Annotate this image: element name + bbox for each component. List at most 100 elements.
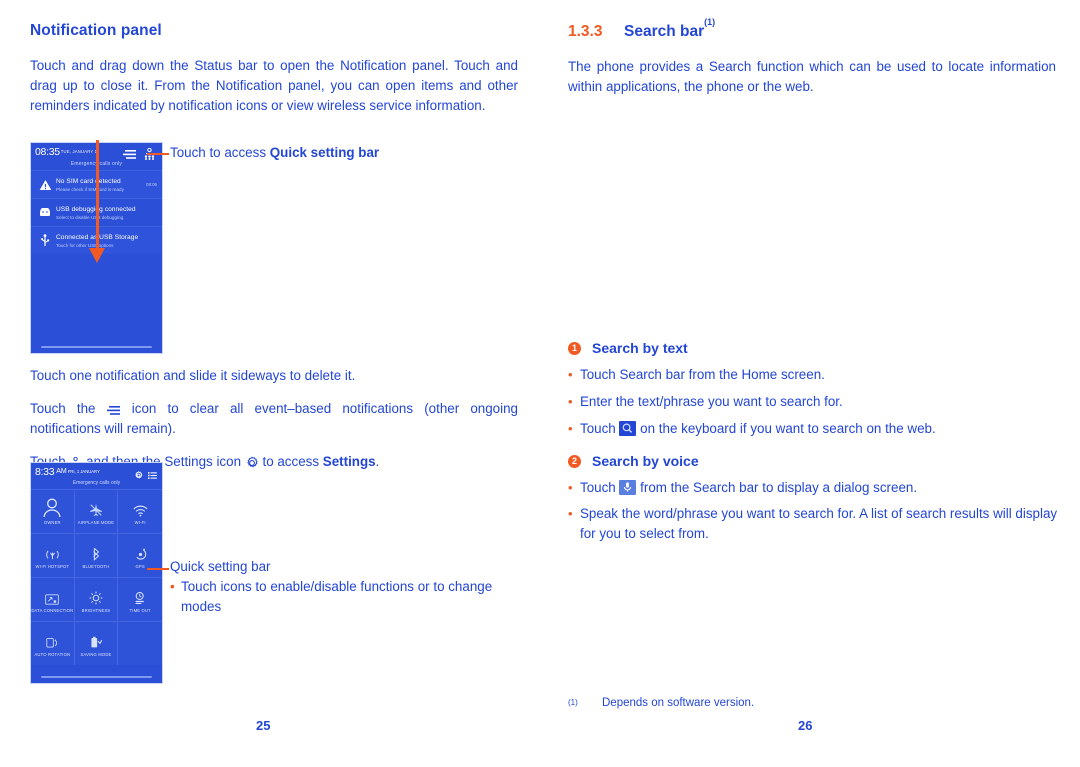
gear-icon[interactable] — [134, 467, 143, 479]
qs-tile-empty — [118, 621, 162, 665]
wifi-icon — [133, 498, 148, 517]
qs-tile-wifi-hotspot[interactable]: WI-FI HOTSPOT — [31, 533, 75, 577]
search-magnifier-icon — [619, 421, 637, 436]
callout-text-bold: Quick setting bar — [269, 145, 380, 160]
section-number: 1.3.3 — [568, 23, 603, 41]
clear-text-pre: Touch the — [30, 401, 107, 416]
annotation-marker-1: 1 — [568, 341, 581, 355]
qs-tile-label: BLUETOOTH — [82, 563, 110, 569]
search-by-text-bullets: Touch Search bar from the Home screen. E… — [568, 364, 1063, 439]
callout-quick-setting-bar: Quick setting bar Touch icons to enable/… — [170, 559, 500, 617]
android-robot-icon — [34, 207, 56, 218]
clear-all-icon[interactable] — [123, 147, 137, 159]
qs-tile-saving-mode[interactable]: SAVING MODE — [74, 621, 119, 665]
page-number-right: 26 — [798, 718, 813, 733]
bullet-text-post: on the keyboard if you want to search on… — [636, 421, 936, 436]
search-by-text-block: 1 Search by text Touch Search bar from t… — [568, 334, 1063, 554]
qs-tile-airplane-mode[interactable]: AIRPLANE MODE — [74, 489, 119, 533]
qs-tile-label: AUTO ROTATION — [34, 651, 71, 657]
right-column: 1.3.3 Search bar(1) The phone provides a… — [568, 17, 1056, 110]
microphone-icon — [619, 480, 637, 495]
notification-list-icon[interactable] — [148, 467, 157, 479]
status-date: FRI, 1 JANUARY — [67, 469, 100, 474]
qs-tile-label: WI-FI — [134, 519, 146, 525]
notification-text: Connected as USB Storage Touch for other… — [56, 233, 159, 249]
qs-tile-bluetooth[interactable]: BLUETOOTH — [74, 533, 119, 577]
qs-tile-label: WI-FI HOTSPOT — [35, 563, 70, 569]
list-item: Enter the text/phrase you want to search… — [568, 391, 1063, 412]
paragraph-clear-notifications: Touch the icon to clear all event–based … — [30, 399, 518, 439]
subsection-heading-search-by-text: 1 Search by text — [568, 340, 1063, 356]
auto-rotation-icon — [46, 630, 59, 649]
qs-tile-gps[interactable]: GPS — [118, 533, 162, 577]
status-time: 8:33 — [35, 465, 55, 478]
saving-mode-icon — [89, 630, 103, 649]
notification-title: No SIM card detected — [56, 177, 121, 185]
search-bar-intro-paragraph: The phone provides a Search function whi… — [568, 59, 1056, 95]
quick-settings-screenshot: 8:33 AM FRI, 1 JANUARY Emergency calls o… — [30, 462, 163, 684]
qs-tile-auto-rotation[interactable]: AUTO ROTATION — [31, 621, 75, 665]
notification-subtitle: Please check if SIM card is ready — [56, 186, 124, 192]
qs-tile-wifi[interactable]: WI-FI — [118, 489, 162, 533]
drag-arrow-shaft — [96, 140, 99, 252]
list-item: Touch Search bar from the Home screen. — [568, 364, 1063, 385]
gps-icon — [134, 542, 147, 561]
status-ampm: AM — [56, 468, 67, 475]
bullet-text-pre: Touch — [580, 421, 620, 436]
section-title-text: Search bar — [624, 23, 705, 41]
data-connection-icon — [45, 586, 60, 605]
qs-tile-label: SAVING MODE — [80, 651, 112, 657]
qs-tile-time-out[interactable]: TIME OUT — [118, 577, 162, 621]
panel-drag-handle[interactable] — [41, 676, 152, 678]
section-heading-search-bar: 1.3.3 Search bar(1) — [568, 17, 1056, 41]
qs-tile-brightness[interactable]: BRIGHTNESS — [74, 577, 119, 621]
right-page: 1.3.3 Search bar(1) The phone provides a… — [540, 0, 1080, 767]
list-item: Touch on the keyboard if you want to sea… — [568, 418, 1063, 439]
panel-drag-handle[interactable] — [41, 346, 152, 348]
section-title: Search bar(1) — [624, 17, 715, 41]
qs-tile-label: BRIGHTNESS — [81, 607, 111, 613]
qs-tile-label: AIRPLANE MODE — [77, 519, 115, 525]
qs-tile-label: DATA CONNECTION — [31, 607, 74, 613]
list-item: Touch from the Search bar to display a d… — [568, 477, 1063, 498]
callout-leader-line — [147, 153, 169, 155]
list-item: Touch icons to enable/disable functions … — [170, 577, 500, 617]
bullet-text-post: from the Search bar to display a dialog … — [636, 480, 918, 495]
footnote: (1) Depends on software version. — [568, 697, 754, 709]
qs-tile-data-connection[interactable]: DATA CONNECTION — [31, 577, 75, 621]
settings-text-post: to access — [258, 454, 323, 469]
subsection-heading-search-by-voice: 2 Search by voice — [568, 453, 1063, 469]
bullet-text-pre: Touch — [580, 480, 620, 495]
timeout-icon — [134, 586, 147, 605]
settings-text-end: . — [375, 454, 380, 469]
callout-touch-to-access: Touch to access Quick setting bar — [170, 145, 379, 160]
section-title-footnote-ref: (1) — [704, 17, 716, 28]
subsection-title: Search by voice — [592, 453, 699, 469]
callout-text-prefix: Touch to access — [170, 145, 270, 160]
notification-title: USB debugging connected — [56, 205, 136, 213]
bluetooth-icon — [91, 542, 101, 561]
search-by-voice-bullets: Touch from the Search bar to display a d… — [568, 477, 1063, 544]
user-avatar-icon — [42, 498, 62, 517]
notification-text: No SIM card detected Please check if SIM… — [56, 177, 146, 193]
subsection-title: Search by text — [592, 340, 688, 356]
hotspot-icon — [46, 542, 59, 561]
quick-settings-grid: OWNER AIRPLANE MODE WI-FI WI-FI HOTSPOT — [31, 489, 162, 665]
gear-icon — [245, 456, 259, 470]
callout-leader-line — [147, 568, 169, 570]
status-time: 08:35 — [35, 145, 60, 158]
footnote-marker: (1) — [568, 698, 578, 707]
emergency-calls-label: Emergency calls only — [72, 480, 121, 486]
left-page: Notification panel Touch and drag down t… — [0, 0, 540, 767]
callout-bullet-list: Touch icons to enable/disable functions … — [170, 577, 500, 617]
page-title-notification-panel: Notification panel — [30, 22, 162, 39]
qs-tile-owner[interactable]: OWNER — [31, 489, 75, 533]
paragraph-delete-notification: Touch one notification and slide it side… — [30, 368, 356, 383]
callout-title: Quick setting bar — [170, 559, 271, 574]
clear-all-icon — [106, 402, 121, 415]
page-number-left: 25 — [256, 718, 271, 733]
qs-tile-label: GPS — [135, 563, 145, 569]
notification-text: USB debugging connected Select to disabl… — [56, 205, 159, 221]
status-date: TUE, JANUARY 1 — [60, 149, 98, 154]
usb-icon — [34, 234, 56, 247]
